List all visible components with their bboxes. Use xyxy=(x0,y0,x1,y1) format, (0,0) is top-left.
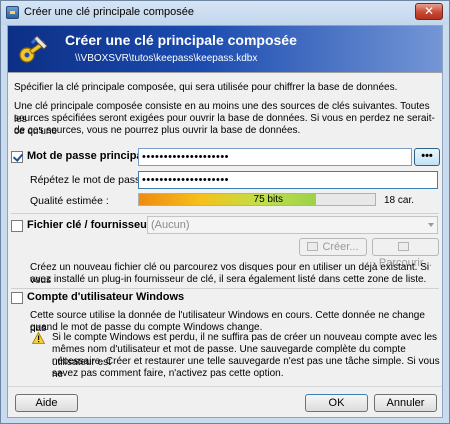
close-button[interactable]: ✕ xyxy=(415,3,443,20)
master-password-checkbox[interactable] xyxy=(11,151,23,163)
quality-bits-text: 75 bits xyxy=(253,194,283,205)
keepass-app-icon xyxy=(6,6,19,19)
folder-icon xyxy=(398,242,409,251)
ok-button[interactable]: OK xyxy=(305,394,368,412)
password-quality-fill xyxy=(139,194,316,205)
warning-icon xyxy=(32,332,45,344)
character-count: 18 car. xyxy=(384,195,415,206)
key-file-checkbox[interactable] xyxy=(11,220,23,232)
create-key-file-label: Créer... xyxy=(322,241,359,253)
key-file-label[interactable]: Fichier clé / fournisseur : xyxy=(27,219,158,231)
browse-key-file-button[interactable]: Parcourir... xyxy=(372,238,439,269)
window-title: Créer une clé principale composée xyxy=(24,6,194,18)
banner: Créer une clé principale composée \\VBOX… xyxy=(8,26,442,72)
help-button[interactable]: Aide xyxy=(15,394,78,412)
intro-paragraph-line: de ces sources, vous ne pourrez plus ouv… xyxy=(14,125,301,136)
key-provider-selected-value: (Aucun) xyxy=(151,219,190,231)
title-bar[interactable]: Créer une clé principale composée ✕ xyxy=(1,1,449,25)
intro-text: Spécifier la clé principale composée, qu… xyxy=(14,82,398,93)
new-file-icon xyxy=(307,242,319,251)
warning-text-line: savez pas comment faire, n'activez pas c… xyxy=(52,368,284,379)
cancel-button[interactable]: Annuler xyxy=(374,394,437,412)
windows-account-checkbox[interactable] xyxy=(11,292,23,304)
key-file-description-line: avez installé un plug-in fournisseur de … xyxy=(30,274,427,285)
chevron-down-icon xyxy=(428,223,434,227)
key-provider-select[interactable]: (Aucun) xyxy=(147,216,438,234)
banner-heading: Créer une clé principale composée xyxy=(65,32,297,48)
warning-text-line: Si le compte Windows est perdu, il ne su… xyxy=(52,332,438,343)
master-password-field[interactable]: •••••••••••••••••••• xyxy=(138,148,412,166)
database-path: \\VBOXSVR\tutos\keepass\keepass.kdbx xyxy=(75,53,258,64)
section-divider xyxy=(11,288,439,289)
show-password-toggle-button[interactable]: ••• xyxy=(414,148,440,166)
banner-divider xyxy=(8,72,442,73)
dialog-client-area: Créer une clé principale composée \\VBOX… xyxy=(7,25,443,418)
windows-account-label[interactable]: Compte d'utilisateur Windows xyxy=(27,291,184,303)
create-key-file-button[interactable]: Créer... xyxy=(299,238,367,256)
quality-label: Qualité estimée : xyxy=(30,195,109,207)
dialog-window: Créer une clé principale composée ✕ Crée… xyxy=(0,0,450,424)
footer-divider xyxy=(8,386,442,387)
key-pen-icon xyxy=(19,35,48,63)
repeat-password-label: Répétez le mot de passe : xyxy=(30,174,152,186)
section-divider xyxy=(11,213,439,214)
master-password-label[interactable]: Mot de passe principal : xyxy=(27,150,152,162)
password-quality-bar: 75 bits xyxy=(138,193,376,206)
repeat-password-field[interactable]: •••••••••••••••••••• xyxy=(138,171,438,189)
